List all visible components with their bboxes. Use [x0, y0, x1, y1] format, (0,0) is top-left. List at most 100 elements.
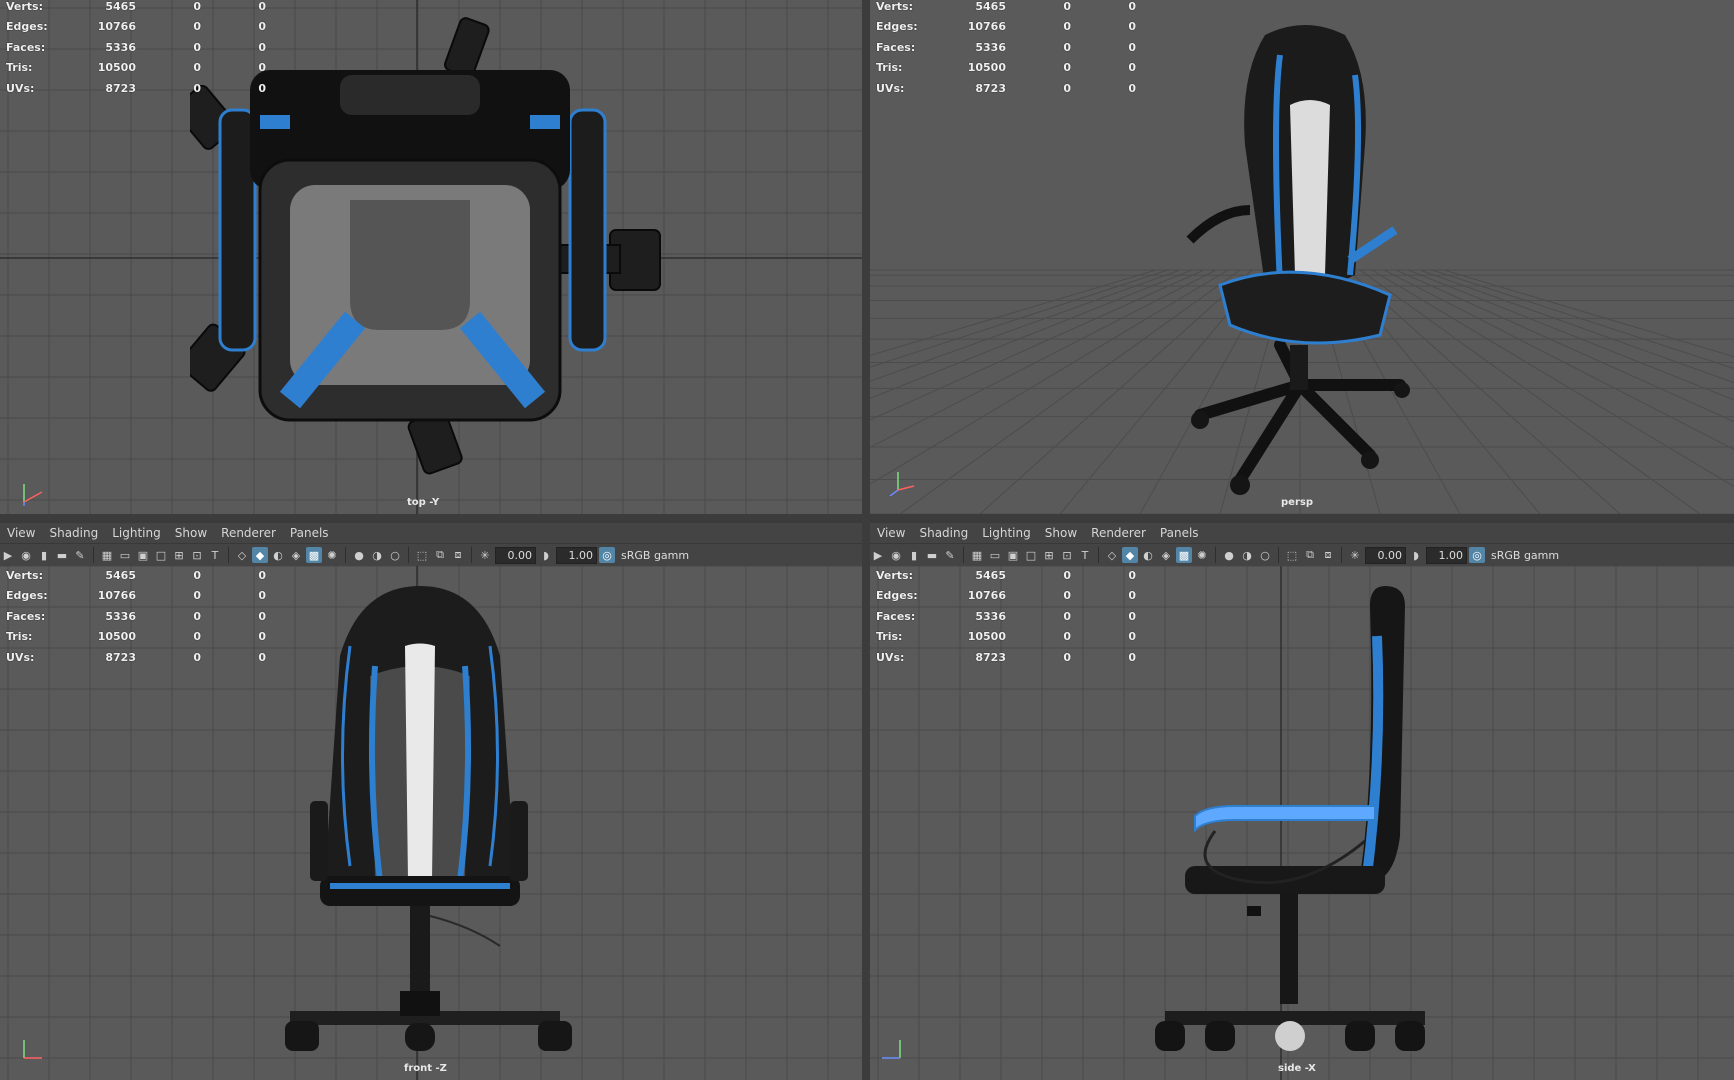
menu-show[interactable]: Show	[1038, 526, 1084, 540]
bookmark-icon[interactable]: ▮	[36, 547, 52, 563]
shadows-icon[interactable]: ●	[351, 547, 367, 563]
camera-label: side -X	[1278, 1063, 1316, 1074]
colorspace-label[interactable]: sRGB gamm	[1487, 549, 1559, 562]
field-chart-icon[interactable]: ⊞	[1041, 547, 1057, 563]
menu-lighting[interactable]: Lighting	[105, 526, 168, 540]
default-material-icon[interactable]: ◐	[1140, 547, 1156, 563]
panel-toolbar: ▶ ◉ ▮ ▬ ✎ ▦ ▭ ▣ □ ⊞ ⊡ T ◇ ◆ ◐ ◈ ▩ ✺ ● ◑ …	[870, 543, 1734, 566]
xray-joints-icon[interactable]: ⧈	[1320, 547, 1336, 563]
gamma-icon[interactable]: ◗	[538, 547, 554, 563]
gate-mask-icon[interactable]: □	[1023, 547, 1039, 563]
stat-row-tris: Tris: 10500 0 0	[6, 61, 266, 75]
pane-divider-horizontal[interactable]	[0, 514, 1734, 520]
camera-label: front -Z	[404, 1063, 447, 1074]
separator	[1098, 547, 1099, 563]
viewport-front[interactable]: Verts: 5465 0 0 Edges: 10766 0 0 Faces: 5336 0 0 …	[0, 566, 862, 1080]
menu-lighting[interactable]: Lighting	[975, 526, 1038, 540]
grid-icon[interactable]: ▦	[99, 547, 115, 563]
stat-row-faces: Faces: 5336 0 0	[6, 609, 266, 623]
viewport-top[interactable]: Verts: 5465 0 0 Edges: 10766 0 0 Faces: 5336 0 0 …	[0, 0, 862, 514]
bookmark-icon[interactable]: ▮	[906, 547, 922, 563]
safe-title-icon[interactable]: T	[1077, 547, 1093, 563]
menu-panels[interactable]: Panels	[1153, 526, 1206, 540]
gate-mask-icon[interactable]: □	[153, 547, 169, 563]
lights-icon[interactable]: ✺	[324, 547, 340, 563]
exposure-icon[interactable]: ✳	[1347, 547, 1363, 563]
menu-view[interactable]: View	[870, 526, 912, 540]
wireframe-on-shaded-icon[interactable]: ◈	[1158, 547, 1174, 563]
textured-icon[interactable]: ▩	[1176, 547, 1192, 563]
ambient-occlusion-icon[interactable]: ◑	[369, 547, 385, 563]
chair-model-front[interactable]	[280, 576, 590, 1076]
menu-renderer[interactable]: Renderer	[1084, 526, 1153, 540]
exposure-icon[interactable]: ✳	[477, 547, 493, 563]
poly-stats-hud: Verts: 5465 0 0 Edges: 10766 0 0 Faces: 5336 0 0 …	[870, 0, 1136, 99]
isolate-select-icon[interactable]: ⬚	[414, 547, 430, 563]
grease-pencil-icon[interactable]: ✎	[72, 547, 88, 563]
smooth-shade-icon[interactable]: ◆	[1122, 547, 1138, 563]
camera-select-icon[interactable]: ▶	[0, 547, 16, 563]
axis-gizmo	[23, 1040, 42, 1059]
safe-action-icon[interactable]: ⊡	[1059, 547, 1075, 563]
textured-icon[interactable]: ▩	[306, 547, 322, 563]
menu-panels[interactable]: Panels	[283, 526, 336, 540]
gamma-field[interactable]: 1.00	[556, 546, 597, 564]
wireframe-icon[interactable]: ◇	[1104, 547, 1120, 563]
viewport-persp[interactable]: Verts: 5465 0 0 Edges: 10766 0 0 Faces: 5336 0 0 …	[870, 0, 1734, 514]
color-management-icon[interactable]: ◎	[1469, 547, 1485, 563]
stat-row-uvs: UVs: 8723 0 0	[6, 650, 266, 664]
smooth-shade-icon[interactable]: ◆	[252, 547, 268, 563]
wireframe-icon[interactable]: ◇	[234, 547, 250, 563]
exposure-field[interactable]: 0.00	[1365, 546, 1406, 564]
stat-row-faces: Faces: 5336 0 0	[6, 40, 266, 54]
colorspace-label[interactable]: sRGB gamm	[617, 549, 689, 562]
stat-row-verts: Verts: 5465 0 0	[876, 568, 1136, 582]
image-plane-icon[interactable]: ▬	[54, 547, 70, 563]
lights-icon[interactable]: ✺	[1194, 547, 1210, 563]
separator	[93, 547, 94, 563]
menu-shading[interactable]: Shading	[912, 526, 975, 540]
safe-action-icon[interactable]: ⊡	[189, 547, 205, 563]
exposure-field[interactable]: 0.00	[495, 546, 536, 564]
camera-select-icon[interactable]: ▶	[870, 547, 886, 563]
stat-row-edges: Edges: 10766 0 0	[6, 589, 266, 603]
shadows-icon[interactable]: ●	[1221, 547, 1237, 563]
image-plane-icon[interactable]: ▬	[924, 547, 940, 563]
chair-model-persp[interactable]	[1170, 15, 1430, 505]
stat-row-faces: Faces: 5336 0 0	[876, 40, 1136, 54]
color-management-icon[interactable]: ◎	[599, 547, 615, 563]
stat-row-tris: Tris: 10500 0 0	[876, 630, 1136, 644]
menu-renderer[interactable]: Renderer	[214, 526, 283, 540]
camera-attributes-icon[interactable]: ◉	[18, 547, 34, 563]
xray-icon[interactable]: ⧉	[1302, 547, 1318, 563]
xray-icon[interactable]: ⧉	[432, 547, 448, 563]
menu-shading[interactable]: Shading	[42, 526, 105, 540]
resolution-gate-icon[interactable]: ▣	[135, 547, 151, 563]
menu-show[interactable]: Show	[168, 526, 214, 540]
ambient-occlusion-icon[interactable]: ◑	[1239, 547, 1255, 563]
grid-icon[interactable]: ▦	[969, 547, 985, 563]
wireframe-on-shaded-icon[interactable]: ◈	[288, 547, 304, 563]
gamma-icon[interactable]: ◗	[1408, 547, 1424, 563]
poly-stats-hud: Verts: 5465 0 0 Edges: 10766 0 0 Faces: 5336 0 0 …	[870, 566, 1136, 668]
anti-aliasing-icon[interactable]: ○	[1257, 547, 1273, 563]
default-material-icon[interactable]: ◐	[270, 547, 286, 563]
safe-title-icon[interactable]: T	[207, 547, 223, 563]
stat-row-uvs: UVs: 8723 0 0	[6, 81, 266, 95]
stat-row-tris: Tris: 10500 0 0	[6, 630, 266, 644]
xray-joints-icon[interactable]: ⧈	[450, 547, 466, 563]
camera-attributes-icon[interactable]: ◉	[888, 547, 904, 563]
viewport-side[interactable]: Verts: 5465 0 0 Edges: 10766 0 0 Faces: 5336 0 0 …	[870, 566, 1734, 1080]
grease-pencil-icon[interactable]: ✎	[942, 547, 958, 563]
isolate-select-icon[interactable]: ⬚	[1284, 547, 1300, 563]
separator	[1278, 547, 1279, 563]
resolution-gate-icon[interactable]: ▣	[1005, 547, 1021, 563]
chair-model-side[interactable]	[1155, 576, 1455, 1076]
anti-aliasing-icon[interactable]: ○	[387, 547, 403, 563]
pane-divider-vertical[interactable]	[862, 0, 870, 1080]
menu-view[interactable]: View	[0, 526, 42, 540]
field-chart-icon[interactable]: ⊞	[171, 547, 187, 563]
film-gate-icon[interactable]: ▭	[987, 547, 1003, 563]
gamma-field[interactable]: 1.00	[1426, 546, 1467, 564]
film-gate-icon[interactable]: ▭	[117, 547, 133, 563]
